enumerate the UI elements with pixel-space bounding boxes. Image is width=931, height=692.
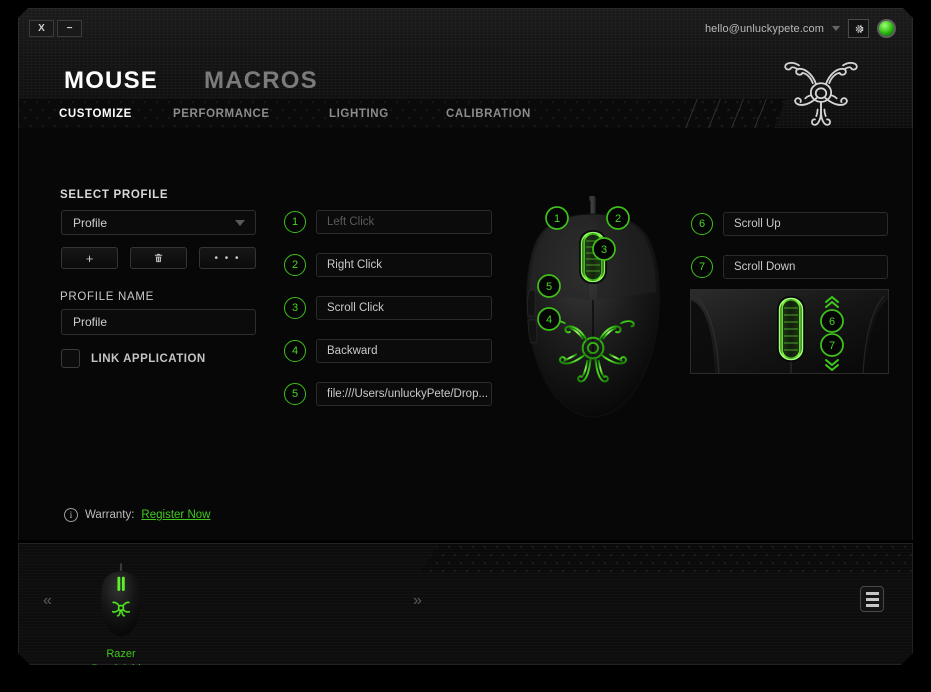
- carousel-prev-button[interactable]: «: [43, 592, 52, 610]
- link-application-checkbox[interactable]: [61, 349, 80, 368]
- window-controls: X −: [29, 20, 82, 37]
- assignment-input[interactable]: Scroll Up: [723, 212, 888, 236]
- assignment-input[interactable]: Scroll Click: [316, 296, 492, 320]
- svg-text:2: 2: [615, 213, 621, 225]
- tab-mouse[interactable]: MOUSE: [64, 67, 158, 95]
- sub-nav-slashes: [685, 99, 786, 128]
- main-tabs: MOUSE MACROS: [64, 67, 318, 95]
- link-application-label: LINK APPLICATION: [91, 352, 206, 365]
- account-area: hello@unluckypete.com: [705, 18, 896, 39]
- button-number-badge: 4: [284, 340, 306, 362]
- razer-synapse-window: X − hello@unluckypete.com MOUSE MACROS C…: [0, 0, 931, 681]
- hamburger-bar: [866, 592, 879, 595]
- assignment-row: 4 Backward: [284, 339, 492, 363]
- add-profile-button[interactable]: +: [61, 247, 118, 269]
- chevron-down-icon: [235, 219, 245, 226]
- chevron-down-icon[interactable]: [832, 26, 840, 31]
- button-number-badge: 6: [691, 213, 713, 235]
- select-profile-label: SELECT PROFILE: [60, 189, 169, 201]
- hamburger-bar: [866, 604, 879, 607]
- device-name-line1: Razer DeathAdder: [91, 648, 151, 675]
- plus-icon: +: [85, 250, 94, 266]
- assignment-row: 7 Scroll Down: [691, 255, 888, 279]
- link-application-row[interactable]: LINK APPLICATION: [61, 349, 206, 368]
- account-email[interactable]: hello@unluckypete.com: [705, 23, 824, 35]
- assignment-row: 6 Scroll Up: [691, 212, 888, 236]
- warranty-label: Warranty:: [85, 509, 135, 521]
- assignment-input[interactable]: Left Click: [316, 210, 492, 234]
- tab-calibration[interactable]: CALIBRATION: [446, 108, 531, 120]
- device-thumbnail: [96, 560, 146, 638]
- scroll-wheel-detail-image: 6 7: [690, 289, 889, 374]
- svg-text:5: 5: [546, 281, 552, 293]
- hamburger-menu-icon[interactable]: [860, 586, 884, 612]
- button-number-badge: 5: [284, 383, 306, 405]
- assignment-input[interactable]: Right Click: [316, 253, 492, 277]
- warranty-row: i Warranty: Register Now: [64, 508, 210, 522]
- svg-text:7: 7: [829, 340, 835, 352]
- svg-text:3: 3: [601, 244, 607, 256]
- assignment-input[interactable]: Scroll Down: [723, 255, 888, 279]
- assignment-row: 3 Scroll Click: [284, 296, 492, 320]
- svg-text:1: 1: [554, 213, 560, 225]
- gear-icon[interactable]: [848, 19, 869, 38]
- profile-name-input[interactable]: Profile: [61, 309, 256, 335]
- tab-customize[interactable]: CUSTOMIZE: [59, 108, 132, 120]
- assignment-row: 1 Left Click: [284, 210, 492, 234]
- close-button[interactable]: X: [29, 20, 54, 37]
- more-profile-options-button[interactable]: • • •: [199, 247, 256, 269]
- assignment-row: 5 file:///Users/unluckyPete/Drop...: [284, 382, 492, 406]
- mouse-diagram: 1 2 3 5 4: [511, 194, 676, 426]
- hamburger-bar: [866, 598, 879, 601]
- assignment-row: 2 Right Click: [284, 253, 492, 277]
- register-now-link[interactable]: Register Now: [141, 509, 210, 521]
- sub-nav: CUSTOMIZE PERFORMANCE LIGHTING CALIBRATI…: [19, 99, 912, 128]
- sub-nav-mesh: [19, 99, 779, 128]
- status-orb-icon[interactable]: [877, 19, 896, 38]
- device-item[interactable]: Razer DeathAdder Chroma: [82, 560, 160, 692]
- profile-name-label: PROFILE NAME: [60, 291, 155, 303]
- device-bar-mesh: [419, 544, 912, 572]
- svg-text:6: 6: [829, 316, 835, 328]
- minimize-button[interactable]: −: [57, 20, 82, 37]
- button-number-badge: 7: [691, 256, 713, 278]
- device-bar: « » Razer DeathAdder Chroma: [18, 543, 913, 665]
- button-number-badge: 2: [284, 254, 306, 276]
- tab-lighting[interactable]: LIGHTING: [329, 108, 389, 120]
- profile-select[interactable]: Profile: [61, 210, 256, 235]
- profile-select-value: Profile: [73, 215, 108, 230]
- button-number-badge: 1: [284, 211, 306, 233]
- button-number-badge: 3: [284, 297, 306, 319]
- carousel-next-button[interactable]: »: [413, 592, 422, 610]
- tab-performance[interactable]: PERFORMANCE: [173, 108, 270, 120]
- info-icon: i: [64, 508, 78, 522]
- svg-text:4: 4: [546, 314, 552, 326]
- tab-macros[interactable]: MACROS: [204, 67, 318, 95]
- device-name-line2: Chroma: [101, 678, 141, 690]
- assignment-input[interactable]: file:///Users/unluckyPete/Drop...: [316, 382, 492, 406]
- assignment-input[interactable]: Backward: [316, 339, 492, 363]
- delete-profile-button[interactable]: [130, 247, 187, 269]
- profile-name-value: Profile: [73, 315, 108, 329]
- trash-icon: [154, 253, 163, 263]
